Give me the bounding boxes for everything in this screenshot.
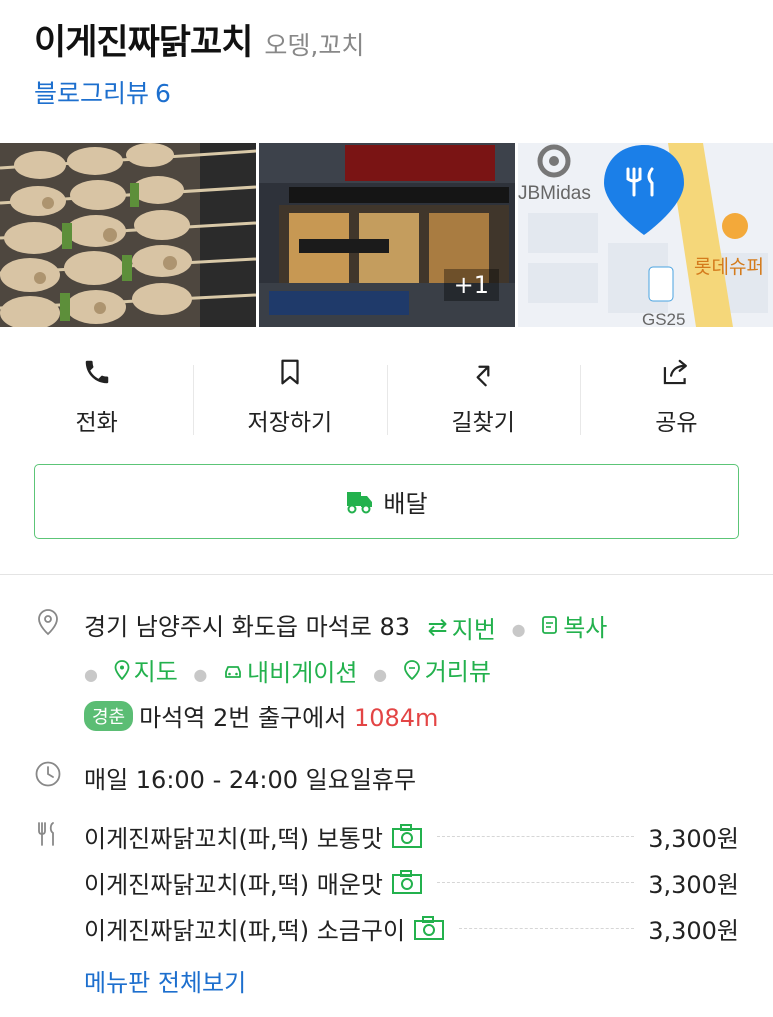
business-hours: 매일 16:00 - 24:00 일요일휴무 [84, 766, 417, 794]
bookmark-icon [273, 355, 307, 389]
map-label-lotte: 롯데슈퍼 [694, 256, 764, 278]
street-view-link[interactable]: 거리뷰 [403, 652, 491, 687]
menu-item-price: 3,300원 [648, 870, 739, 899]
share-label: 공유 [655, 410, 698, 436]
map-label-gs25: GS25 [642, 310, 685, 327]
dotted-leader [436, 881, 635, 883]
blog-review-label: 블로그리뷰 [34, 79, 150, 108]
delivery-button[interactable]: 배달 [34, 464, 739, 539]
place-name: 이게진짜닭꼬치 [34, 23, 253, 63]
call-button[interactable]: 전화 [0, 355, 193, 445]
separator-dot: ● [511, 620, 526, 639]
address-line: 경기 남양주시 화도읍 마석로 83 ⇄ 지번 ● 복사 [84, 607, 607, 645]
section-divider [0, 574, 773, 575]
place-category: 오뎅,꼬치 [264, 31, 365, 60]
food-photo[interactable] [0, 143, 256, 327]
menu-item-name: 이게진짜닭꼬치(파,떡) 보통맛 [84, 824, 383, 853]
share-icon [659, 355, 693, 389]
location-map-thumbnail[interactable]: JBMidas 롯데슈퍼 GS25 [518, 143, 773, 327]
subway-line-badge: 경춘 [84, 701, 134, 731]
storefront-photo[interactable]: +1 [259, 143, 515, 327]
blog-review-link[interactable]: 블로그리뷰 6 [34, 74, 171, 110]
dotted-leader [436, 835, 635, 837]
jibun-toggle[interactable]: ⇄ 지번 [428, 610, 496, 645]
save-label: 저장하기 [247, 410, 333, 436]
transit-info: 경춘 마석역 2번 출구에서 1084m [84, 698, 438, 733]
menu-item[interactable]: 이게진짜닭꼬치(파,떡) 매운맛 3,300원 [84, 865, 739, 899]
separator-dot: ● [373, 664, 388, 684]
map-pin-small-icon [114, 659, 130, 680]
location-pin-icon [34, 608, 62, 636]
car-icon [223, 662, 243, 680]
menu-item-name: 이게진짜닭꼬치(파,떡) 소금구이 [84, 916, 406, 945]
map-link[interactable]: 지도 [114, 652, 178, 687]
place-header: 이게진짜닭꼬치 오뎅,꼬치 [34, 14, 753, 65]
call-label: 전화 [75, 410, 118, 436]
address-links: ● 지도 ● 내비게이션 ● 거리뷰 [84, 652, 491, 688]
blog-review-count: 6 [155, 79, 171, 108]
station-exit: 2번 출구에서 [213, 704, 347, 732]
delivery-icon [345, 488, 375, 516]
menu-item-name: 이게진짜닭꼬치(파,떡) 매운맛 [84, 870, 383, 899]
copy-icon [541, 615, 559, 635]
street-view-icon [403, 659, 421, 680]
more-photos-badge[interactable]: +1 [443, 269, 499, 301]
directions-label: 길찾기 [451, 410, 515, 436]
delivery-label: 배달 [383, 490, 428, 518]
view-full-menu-link[interactable]: 메뉴판 전체보기 [84, 963, 246, 998]
map-label-jbmidas: JBMidas [518, 183, 591, 204]
dotted-leader [459, 927, 635, 929]
menu-item[interactable]: 이게진짜닭꼬치(파,떡) 소금구이 3,300원 [84, 911, 739, 945]
camera-icon[interactable] [391, 823, 423, 849]
station-name: 마석역 [139, 704, 206, 732]
camera-icon[interactable] [413, 915, 445, 941]
navigation-link[interactable]: 내비게이션 [223, 653, 357, 688]
action-bar: 전화 저장하기 길찾기 공유 [0, 355, 773, 445]
directions-icon [466, 355, 500, 389]
copy-address-button[interactable]: 복사 [541, 608, 607, 643]
clock-icon [34, 760, 62, 788]
phone-icon [80, 355, 114, 389]
directions-button[interactable]: 길찾기 [386, 355, 580, 445]
separator-dot: ● [193, 664, 208, 684]
address-text: 경기 남양주시 화도읍 마석로 83 [84, 613, 411, 641]
fork-knife-icon [34, 820, 62, 848]
save-button[interactable]: 저장하기 [193, 355, 386, 445]
photo-strip: +1 JBMidas 롯데슈퍼 GS25 [0, 143, 773, 327]
menu-item-price: 3,300원 [648, 824, 739, 853]
menu-item[interactable]: 이게진짜닭꼬치(파,떡) 보통맛 3,300원 [84, 819, 739, 853]
share-button[interactable]: 공유 [579, 355, 773, 445]
swap-icon: ⇄ [427, 613, 448, 641]
camera-icon[interactable] [391, 869, 423, 895]
station-distance: 1084m [353, 704, 439, 732]
separator-dot: ● [84, 664, 98, 684]
menu-item-price: 3,300원 [648, 916, 739, 945]
